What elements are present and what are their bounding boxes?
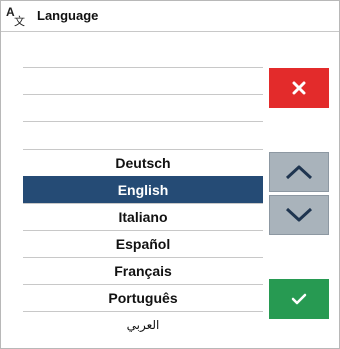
translate-icon: A 文 [6, 5, 26, 28]
language-item[interactable]: العربي [23, 311, 263, 338]
language-item[interactable]: Español [23, 230, 263, 257]
language-item-selected[interactable]: English [23, 176, 263, 203]
scroll-up-button[interactable] [269, 152, 329, 192]
close-icon [292, 81, 306, 95]
language-item[interactable]: Italiano [23, 203, 263, 230]
confirm-button[interactable] [269, 279, 329, 319]
chevron-up-icon [285, 165, 313, 180]
chevron-down-icon [285, 207, 313, 222]
language-item[interactable]: Deutsch [23, 149, 263, 176]
language-list: Deutsch English Italiano Español Françai… [23, 149, 263, 338]
language-item[interactable]: Português [23, 284, 263, 311]
translate-icon-char: 文 [14, 16, 25, 28]
language-item[interactable]: Français [23, 257, 263, 284]
list-divider [23, 121, 263, 122]
language-dialog: A 文 Language Deutsch English Italiano Es… [0, 0, 340, 349]
cancel-button[interactable] [269, 68, 329, 108]
list-divider [23, 67, 263, 68]
scroll-down-button[interactable] [269, 195, 329, 235]
list-divider [23, 94, 263, 95]
page-title: Language [37, 8, 99, 23]
dialog-header: A 文 Language [1, 1, 339, 32]
checkmark-icon [291, 293, 307, 305]
